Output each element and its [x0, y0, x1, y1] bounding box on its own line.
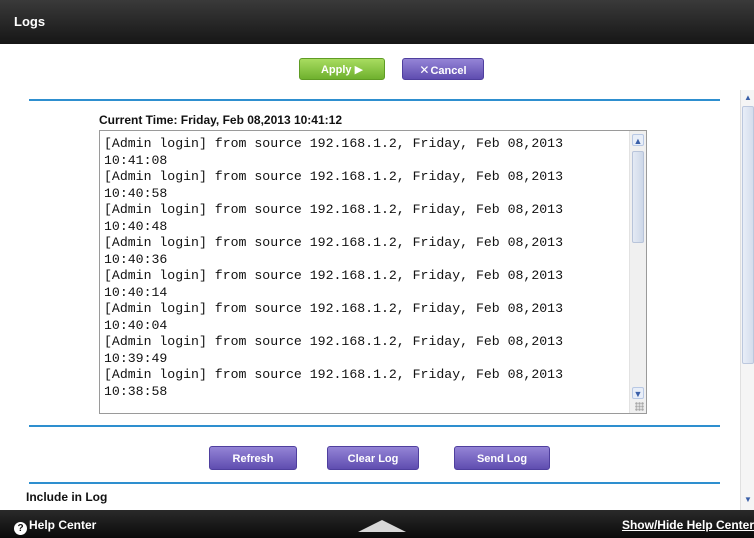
log-line: [Admin login] from source 192.168.1.2, F…: [104, 334, 563, 349]
scroll-down-arrow-icon[interactable]: ▼: [632, 387, 644, 399]
help-center-label: Help Center: [29, 518, 97, 532]
page-scroll-up-arrow-icon[interactable]: ▲: [742, 92, 754, 104]
footer-bar: ? Help Center Show/Hide Help Center: [0, 510, 754, 538]
log-line: [Admin login] from source 192.168.1.2, F…: [104, 235, 563, 250]
page-scroll-down-arrow-icon[interactable]: ▼: [742, 494, 754, 506]
apply-button[interactable]: Apply ▶: [299, 58, 385, 80]
log-line: [Admin login] from source 192.168.1.2, F…: [104, 169, 563, 184]
refresh-label: Refresh: [232, 453, 274, 465]
log-line: 10:40:14: [104, 284, 168, 300]
log-scrollbar-thumb[interactable]: [632, 151, 644, 243]
log-line: [Admin login] from source 192.168.1.2, F…: [104, 301, 563, 316]
refresh-button[interactable]: Refresh: [209, 446, 297, 470]
page-scrollbar-thumb[interactable]: [742, 106, 754, 364]
page-header: Logs: [0, 0, 754, 44]
apply-label: Apply ▶: [320, 64, 364, 76]
send-log-button[interactable]: Send Log: [454, 446, 550, 470]
log-line: [Admin login] from source 192.168.1.2, F…: [104, 367, 563, 382]
log-line: 10:40:58: [104, 185, 168, 201]
top-divider: [29, 99, 720, 101]
include-in-log-heading: Include in Log: [26, 490, 108, 504]
middle-divider: [29, 425, 720, 427]
help-center-link[interactable]: ? Help Center: [14, 518, 96, 535]
log-line: 10:38:58: [104, 383, 168, 399]
bottom-divider: [29, 482, 720, 484]
log-line: 10:40:36: [104, 251, 168, 267]
cancel-button[interactable]: ✕Cancel: [402, 58, 484, 80]
help-icon: ?: [14, 522, 27, 535]
up-triangle-icon[interactable]: [358, 520, 406, 532]
page-scrollbar[interactable]: ▲ ▼: [740, 90, 754, 510]
log-line: 10:40:48: [104, 218, 168, 234]
log-line: [Admin login] from source 192.168.1.2, F…: [104, 136, 563, 151]
cancel-label: Cancel: [430, 65, 467, 77]
scroll-up-arrow-icon[interactable]: ▲: [632, 134, 644, 146]
log-content: [Admin login] from source 192.168.1.2, F…: [104, 136, 629, 400]
log-line: 10:39:49: [104, 350, 168, 366]
clear-log-button[interactable]: Clear Log: [327, 446, 419, 470]
log-scrollbar[interactable]: ▲ ▼: [629, 131, 646, 413]
resize-grip-icon[interactable]: [635, 402, 644, 411]
current-time: Current Time: Friday, Feb 08,2013 10:41:…: [99, 113, 342, 127]
log-line: 10:40:04: [104, 317, 168, 333]
log-line: [Admin login] from source 192.168.1.2, F…: [104, 202, 563, 217]
log-textarea[interactable]: [Admin login] from source 192.168.1.2, F…: [99, 130, 647, 414]
clear-log-label: Clear Log: [347, 453, 399, 465]
log-line: [Admin login] from source 192.168.1.2, F…: [104, 268, 563, 283]
log-line: 10:41:08: [104, 152, 168, 168]
page-title: Logs: [14, 14, 46, 29]
show-hide-help-center-link[interactable]: Show/Hide Help Center: [622, 518, 754, 532]
cancel-x-icon: ✕: [419, 63, 430, 77]
send-log-label: Send Log: [476, 453, 528, 465]
